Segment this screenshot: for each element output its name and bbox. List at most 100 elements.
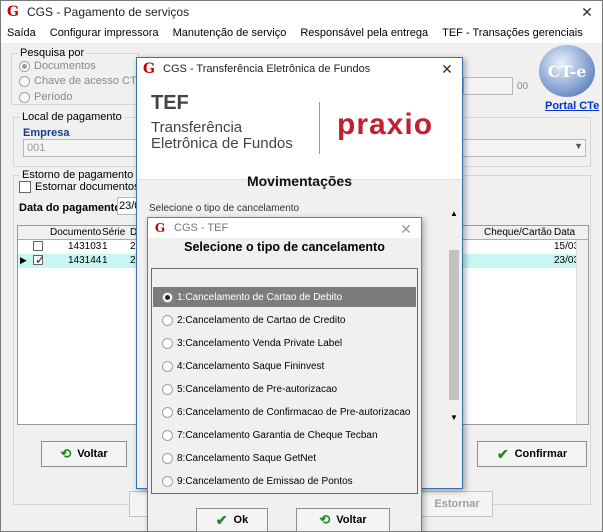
tef-dialog-title: CGS - Transferência Eletrônica de Fundos	[163, 63, 371, 75]
main-close-icon[interactable]: ✕	[576, 3, 598, 21]
row-checkbox[interactable]	[33, 241, 43, 251]
col-documento: Documento	[50, 227, 102, 238]
number-suffix: 00	[517, 81, 529, 92]
cancel-option-1-label: 1:Cancelamento de Cartao de Debito	[177, 291, 343, 303]
radio-periodo-indicator[interactable]	[19, 91, 30, 103]
company-label: Empresa	[23, 127, 70, 139]
menu-item-responsavel-entrega[interactable]: Responsável pela entrega	[300, 27, 428, 39]
praxio-logo: praxio	[337, 108, 434, 141]
radio-periodo[interactable]: Período	[19, 91, 73, 103]
tef-banner: TEF Transferência Eletrônica de Fundos p…	[137, 80, 462, 180]
confirmar-button-label: Confirmar	[514, 448, 568, 460]
tef-app-logo-icon: G	[143, 61, 155, 77]
ok-button-label: Ok	[233, 514, 249, 526]
cancel-dialog-voltar-button[interactable]: ⟲ Voltar	[296, 508, 390, 532]
cancel-type-dialog: G CGS - TEF ✕ Selecione o tipo de cancel…	[147, 217, 422, 532]
company-value: 001	[27, 142, 46, 154]
cancel-dialog-titlebar: G CGS - TEF ✕	[148, 218, 421, 238]
radio-chave-cte[interactable]: Chave de acesso CT-e	[19, 75, 146, 87]
cancel-option-4-label: 4:Cancelamento Saque Fininvest	[177, 360, 325, 372]
tef-banner-divider	[319, 102, 320, 154]
radio-chave-cte-indicator[interactable]	[19, 75, 30, 87]
tef-scrollbar[interactable]: ▲ ▼	[448, 209, 460, 422]
cte-logo-text: CT-e	[547, 61, 587, 81]
radio-documentos-label: Documentos	[34, 60, 96, 72]
confirmar-button[interactable]: ✔ Confirmar	[477, 441, 587, 467]
company-dropdown-arrow-icon[interactable]: ▼	[574, 141, 583, 151]
cancel-dialog-heading: Selecione o tipo de cancelamento	[184, 240, 385, 254]
cancel-app-logo-icon: G	[154, 221, 166, 235]
cancel-option-7-radio[interactable]	[162, 429, 173, 441]
cancel-option-3[interactable]: 3:Cancelamento Venda Private Label	[153, 333, 416, 353]
cancel-option-8[interactable]: 8:Cancelamento Saque GetNet	[153, 448, 416, 468]
cancel-option-9[interactable]: 9:Cancelamento de Emissao de Pontos	[153, 471, 416, 491]
payment-date-label: Data do pagamento	[19, 202, 122, 214]
scroll-down-icon[interactable]: ▼	[450, 413, 458, 422]
refresh-arrows-icon: ⟲	[60, 446, 72, 461]
cancel-option-3-label: 3:Cancelamento Venda Private Label	[177, 337, 343, 349]
cancel-option-4[interactable]: 4:Cancelamento Saque Fininvest	[153, 356, 416, 376]
search-value-field[interactable]	[463, 77, 513, 95]
row-checkbox[interactable]	[33, 253, 45, 267]
scroll-up-icon[interactable]: ▲	[450, 209, 458, 218]
cancel-option-8-radio[interactable]	[162, 452, 173, 464]
menu-bar: Saída Configurar impressora Manutenção d…	[1, 23, 602, 43]
cancel-option-1[interactable]: 1:Cancelamento de Cartao de Debito	[153, 287, 416, 307]
cancel-option-1-radio[interactable]	[162, 291, 173, 303]
portal-cte-link[interactable]: Portal CTe	[545, 100, 599, 112]
tef-banner-subtitle: Transferência Eletrônica de Fundos	[151, 119, 293, 152]
cancel-option-2-radio[interactable]	[162, 314, 173, 326]
ok-checkmark-icon: ✔	[215, 511, 228, 528]
ok-button[interactable]: ✔ Ok	[196, 508, 268, 532]
menu-item-tef-transacoes[interactable]: TEF - Transações gerenciais	[442, 27, 583, 39]
row-documento: 143103	[68, 241, 102, 252]
menu-item-saida[interactable]: Saída	[7, 27, 36, 39]
tef-close-icon[interactable]: ✕	[436, 60, 458, 78]
cancel-dialog-title: CGS - TEF	[174, 222, 229, 234]
cancel-option-6-radio[interactable]	[162, 406, 173, 418]
row-d: 2	[130, 255, 136, 266]
cte-logo-icon: CT-e	[539, 45, 595, 97]
radio-documentos-indicator[interactable]	[19, 60, 30, 72]
cancel-option-7-label: 7:Cancelamento Garantia de Cheque Tecban	[177, 429, 378, 441]
tef-scroll-thumb[interactable]	[449, 250, 459, 400]
cancel-option-7[interactable]: 7:Cancelamento Garantia de Cheque Tecban	[153, 425, 416, 445]
cancel-option-2-label: 2:Cancelamento de Cartao de Credito	[177, 314, 346, 326]
reversal-checkbox[interactable]	[19, 181, 31, 193]
radio-documentos[interactable]: Documentos	[19, 60, 96, 72]
tef-banner-title: TEF	[151, 92, 189, 114]
estornar-button-label: Estornar	[434, 498, 480, 510]
cancel-option-6[interactable]: 6:Cancelamento de Confirmacao de Pre-aut…	[153, 402, 416, 422]
row-serie: 1	[102, 241, 108, 252]
estornar-button[interactable]: Estornar	[421, 491, 493, 517]
menu-item-configurar-impressora[interactable]: Configurar impressora	[50, 27, 159, 39]
tef-dialog-titlebar: G CGS - Transferência Eletrônica de Fund…	[137, 58, 462, 80]
cancel-option-5[interactable]: 5:Cancelamento de Pre-autorizacao	[153, 379, 416, 399]
menu-item-manutencao-servico[interactable]: Manutenção de serviço	[173, 27, 287, 39]
cancel-option-9-label: 9:Cancelamento de Emissao de Pontos	[177, 475, 353, 487]
radio-chave-cte-label: Chave de acesso CT-e	[34, 75, 146, 87]
cancel-option-9-radio[interactable]	[162, 475, 173, 487]
payment-place-label: Local de pagamento	[20, 111, 124, 123]
cancel-option-5-radio[interactable]	[162, 383, 173, 395]
radio-periodo-label: Período	[34, 91, 73, 103]
row-serie: 1	[102, 255, 108, 266]
search-group-label: Pesquisa por	[18, 47, 87, 59]
cancel-dialog-voltar-label: Voltar	[336, 514, 367, 526]
cancel-option-5-label: 5:Cancelamento de Pre-autorizacao	[177, 383, 338, 395]
grid-scrollbar[interactable]	[576, 240, 588, 424]
cancel-option-6-label: 6:Cancelamento de Confirmacao de Pre-aut…	[177, 406, 411, 418]
cancel-option-8-label: 8:Cancelamento Saque GetNet	[177, 452, 316, 464]
checkmark-icon: ✔	[496, 445, 509, 462]
row-pointer-icon: ▶	[20, 255, 27, 265]
cancel-option-4-radio[interactable]	[162, 360, 173, 372]
col-serie: Série	[102, 227, 126, 238]
cancel-option-2[interactable]: 2:Cancelamento de Cartao de Credito	[153, 310, 416, 330]
row-d: 2	[130, 241, 136, 252]
cancel-close-icon[interactable]: ✕	[395, 220, 417, 238]
tef-hint: Selecione o tipo de cancelamento	[149, 203, 300, 214]
main-titlebar: G CGS - Pagamento de serviços ✕	[1, 1, 602, 23]
tef-heading: Movimentações	[246, 173, 353, 189]
cancel-option-3-radio[interactable]	[162, 337, 173, 349]
voltar-button[interactable]: ⟲ Voltar	[41, 441, 127, 467]
